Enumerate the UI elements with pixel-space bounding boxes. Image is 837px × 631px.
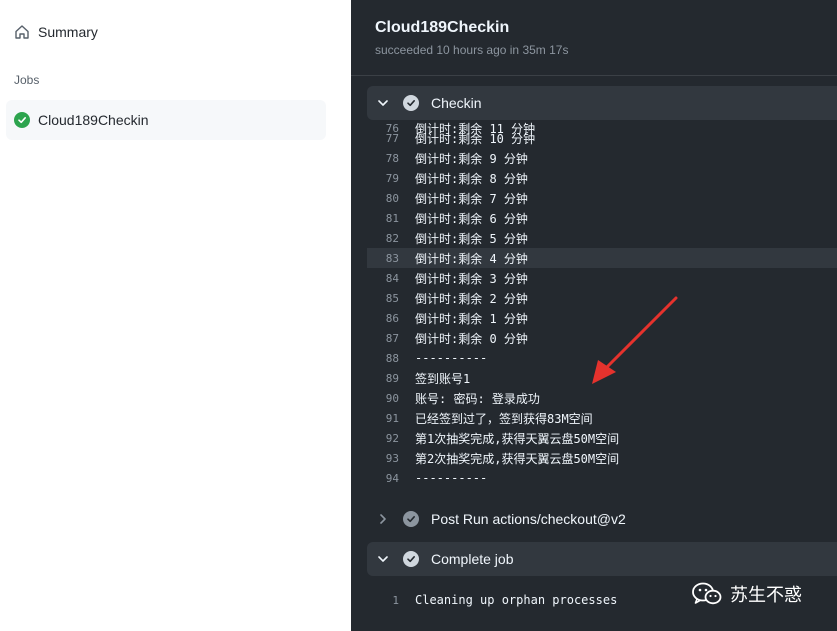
line-number: 84 [385,271,399,285]
log-line: 88 ---------- [367,348,837,368]
log-text: 第1次抽奖完成,获得天翼云盘50M空间 [415,431,620,446]
job-log-panel: Cloud189Checkin succeeded 10 hours ago i… [351,0,837,631]
log-line: 80 倒计时:剩余 7 分钟 [367,188,837,208]
line-number: 92 [385,431,399,445]
log-line: 79 倒计时:剩余 8 分钟 [367,168,837,188]
log-line: 89 签到账号1 [367,368,837,388]
log-line: 86 倒计时:剩余 1 分钟 [367,308,837,328]
log-text: 倒计时:剩余 10 分钟 [415,131,536,146]
check-circle-icon [403,511,419,527]
log-text: 倒计时:剩余 7 分钟 [415,191,528,206]
step-complete-job[interactable]: Complete job [367,542,837,576]
line-number: 87 [385,331,399,345]
line-number: 78 [385,151,399,165]
line-number: 80 [385,191,399,205]
log-line: 82 倒计时:剩余 5 分钟 [367,228,837,248]
line-number: 1 [392,593,399,607]
log-line: 78 倒计时:剩余 9 分钟 [367,148,837,168]
step-label: Complete job [431,551,514,567]
step-label: Checkin [431,95,482,111]
step-log: 76 倒计时:剩余 11 分钟 77 倒计时:剩余 10 分钟 78 倒计时:剩余 9… [367,120,837,490]
log-text: 倒计时:剩余 8 分钟 [415,171,528,186]
log-line-highlighted: 83 倒计时:剩余 4 分钟 [367,248,837,268]
log-line: 90 账号: 密码: 登录成功 [367,388,837,408]
wechat-icon [692,582,722,605]
log-text: 倒计时:剩余 4 分钟 [415,251,528,266]
line-number: 94 [385,471,399,485]
line-number: 89 [385,371,399,385]
chevron-right-icon [377,513,393,525]
step-post-run-checkout[interactable]: Post Run actions/checkout@v2 [367,502,837,536]
line-number: 88 [385,351,399,365]
jobs-heading: Jobs [14,73,40,87]
line-number: 79 [385,171,399,185]
log-line: 91 已经签到过了，签到获得83M空间 [367,408,837,428]
log-text: 倒计时:剩余 0 分钟 [415,331,528,346]
log-text: 倒计时:剩余 1 分钟 [415,311,528,326]
log-line: 81 倒计时:剩余 6 分钟 [367,208,837,228]
check-circle-icon [14,112,30,128]
line-number: 90 [385,391,399,405]
log-line: 92 第1次抽奖完成,获得天翼云盘50M空间 [367,428,837,448]
step-checkin[interactable]: Checkin [367,86,837,120]
line-number: 85 [385,291,399,305]
line-number: 81 [385,211,399,225]
sidebar-item-summary[interactable]: Summary [6,16,326,48]
line-number: 86 [385,311,399,325]
log-text: 账号: 密码: 登录成功 [415,391,540,406]
step-label: Post Run actions/checkout@v2 [431,511,626,527]
log-text: 倒计时:剩余 6 分钟 [415,211,528,226]
log-line: 87 倒计时:剩余 0 分钟 [367,328,837,348]
log-line: 85 倒计时:剩余 2 分钟 [367,288,837,308]
watermark-text: 苏生不惑 [730,585,802,605]
line-number: 93 [385,451,399,465]
log-text: 签到账号1 [415,371,471,386]
chevron-down-icon [377,553,393,565]
sidebar-item-label: Cloud189Checkin [38,112,149,128]
log-text: 第2次抽奖完成,获得天翼云盘50M空间 [415,451,620,466]
log-text: ---------- [415,471,488,485]
line-number: 77 [385,131,399,145]
log-line: 94 ---------- [367,468,837,488]
chevron-down-icon [377,97,393,109]
check-circle-icon [403,551,419,567]
line-number: 83 [385,251,399,265]
check-circle-icon [403,95,419,111]
line-number: 82 [385,231,399,245]
sidebar-item-label: Summary [38,24,98,40]
page-title: Cloud189Checkin [375,19,510,36]
home-icon [15,25,29,39]
log-text: 倒计时:剩余 5 分钟 [415,231,528,246]
log-text: 倒计时:剩余 9 分钟 [415,151,528,166]
log-text: 倒计时:剩余 2 分钟 [415,291,528,306]
log-text: Cleaning up orphan processes [415,593,618,607]
log-text: 已经签到过了，签到获得83M空间 [415,411,593,426]
watermark: 苏生不惑 [692,581,802,607]
log-text: ---------- [415,351,488,365]
run-header: Cloud189Checkin succeeded 10 hours ago i… [351,0,837,76]
sidebar-item-job[interactable]: Cloud189Checkin [6,100,326,140]
log-text: 倒计时:剩余 3 分钟 [415,271,528,286]
line-number: 91 [385,411,399,425]
log-line: 93 第2次抽奖完成,获得天翼云盘50M空间 [367,448,837,468]
log-line: 84 倒计时:剩余 3 分钟 [367,268,837,288]
sidebar: Summary Jobs Cloud189Checkin [0,0,351,631]
run-status-text: succeeded 10 hours ago in 35m 17s [375,43,569,57]
log-line: 77 倒计时:剩余 10 分钟 [367,128,837,148]
